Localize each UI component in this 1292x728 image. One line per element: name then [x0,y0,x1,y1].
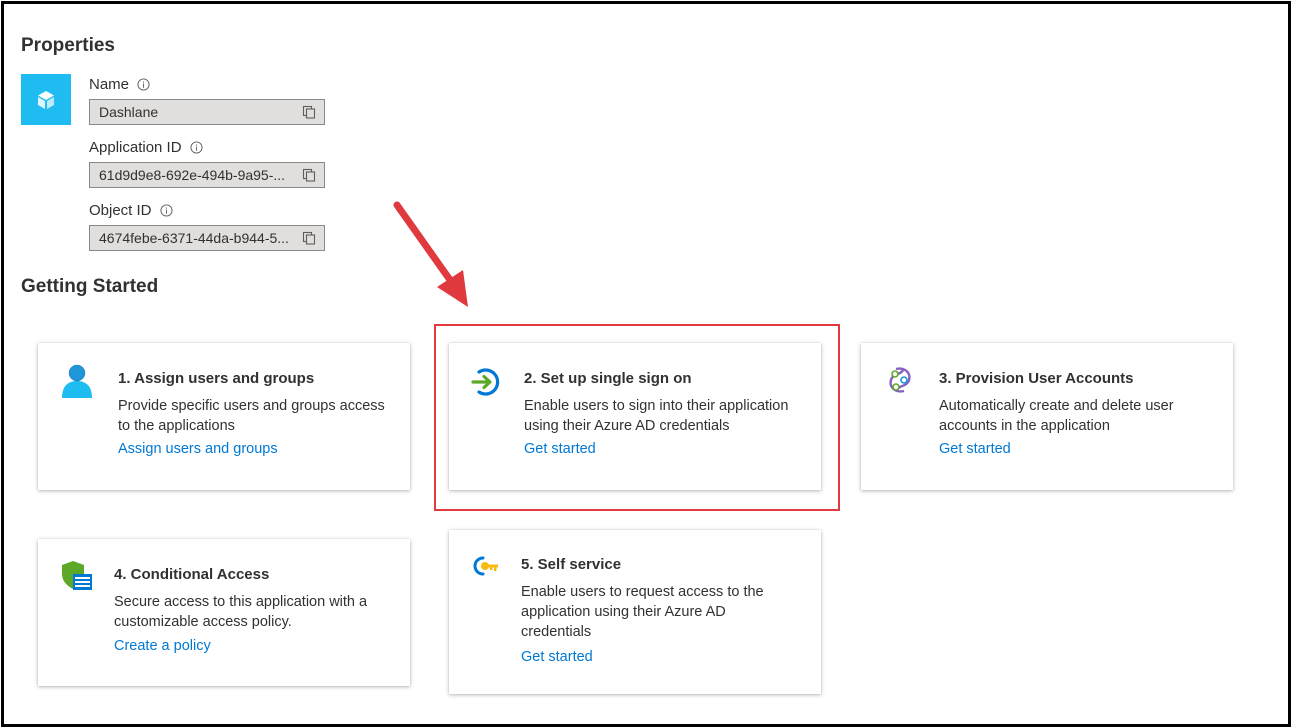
card-title: 3. Provision User Accounts [939,370,1134,387]
card-description: Secure access to this application with a… [114,594,368,630]
application-id-field[interactable]: 61d9d9e8-692e-494b-9a95-... [89,162,325,188]
card-self-service: 5. Self service Enable users to request … [449,530,821,694]
info-icon[interactable] [159,204,173,217]
provisioning-icon [885,365,915,395]
card-assign-users: 1. Assign users and groups Provide speci… [38,343,410,490]
card-description: Provide specific users and groups access… [118,398,385,434]
copy-icon[interactable] [302,231,316,245]
info-icon[interactable] [137,78,150,91]
getting-started-title: Getting Started [21,276,159,297]
name-label: Name [89,76,150,93]
copy-icon[interactable] [302,105,316,119]
provision-get-started-link[interactable]: Get started [939,441,1011,457]
card-description: Automatically create and delete user acc… [939,398,1174,434]
name-value: Dashlane [99,104,159,120]
cube-icon [35,89,57,111]
card-title: 4. Conditional Access [114,566,270,583]
card-conditional-access: 4. Conditional Access Secure access to t… [38,539,410,686]
card-title: 1. Assign users and groups [118,370,315,387]
card-description: Enable users to request access to the ap… [521,584,764,640]
shield-policy-icon [60,559,94,593]
annotation-arrow-icon [393,201,468,307]
annotation-highlight-box [434,324,840,511]
object-id-field[interactable]: 4674febe-6371-44da-b944-5... [89,225,325,251]
info-icon[interactable] [190,141,203,154]
create-policy-link[interactable]: Create a policy [114,638,211,654]
name-field[interactable]: Dashlane [89,99,325,125]
copy-icon[interactable] [302,168,316,182]
assign-users-link[interactable]: Assign users and groups [118,441,278,457]
app-logo [21,74,71,125]
properties-title: Properties [21,35,115,56]
object-id-label: Object ID [89,202,173,219]
card-title: 5. Self service [521,556,622,573]
application-id-value: 61d9d9e8-692e-494b-9a95-... [99,167,286,183]
user-icon [60,363,94,399]
card-provision-accounts: 3. Provision User Accounts Automatically… [861,343,1233,490]
self-service-get-started-link[interactable]: Get started [521,649,593,665]
application-id-label: Application ID [89,139,203,156]
object-id-value: 4674febe-6371-44da-b944-5... [99,230,289,246]
key-icon [471,554,501,578]
